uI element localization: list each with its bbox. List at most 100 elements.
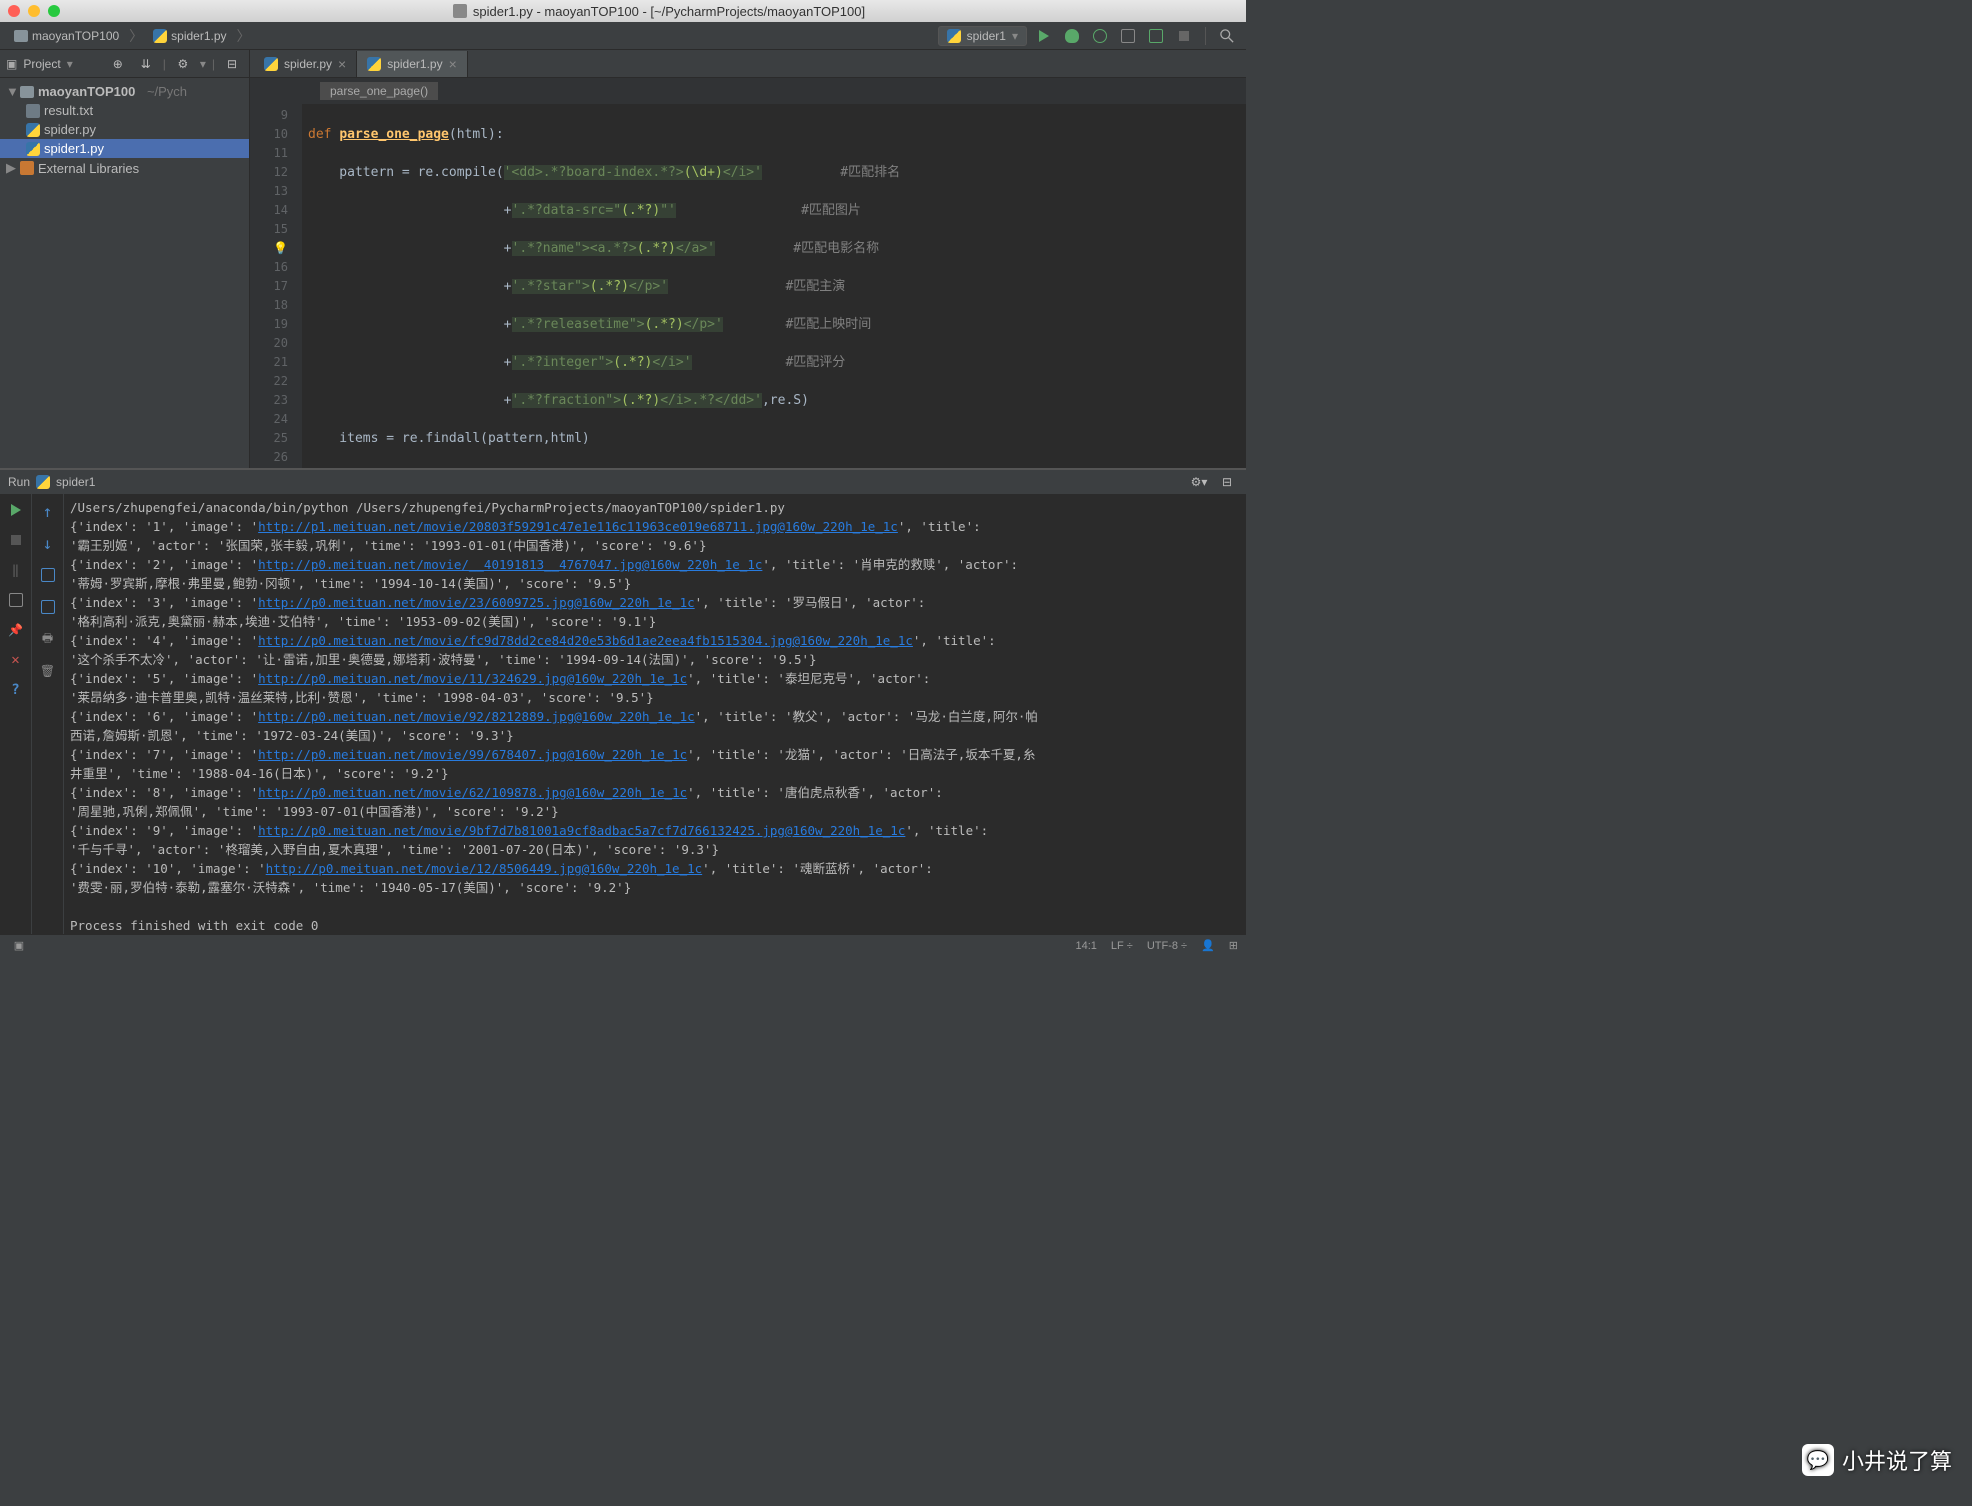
- close-icon[interactable]: ×: [338, 56, 346, 72]
- rerun-button[interactable]: [5, 500, 27, 520]
- breadcrumb-file[interactable]: spider1.py: [147, 27, 232, 45]
- chevron-down-icon: ▾: [1012, 29, 1018, 43]
- folder-icon: [20, 86, 34, 98]
- run-toolbar-left: ‖ 📌 ✕ ?: [0, 494, 32, 934]
- console-output[interactable]: /Users/zhupengfei/anaconda/bin/python /U…: [64, 494, 1246, 934]
- close-button[interactable]: ✕: [5, 650, 27, 670]
- arrow-up-icon: ↑: [43, 502, 53, 521]
- watermark: 💬 小井说了算: [1802, 1444, 1952, 1476]
- pin-button[interactable]: 📌: [5, 620, 27, 640]
- python-file-icon: [26, 142, 40, 156]
- python-file-icon: [36, 475, 50, 489]
- close-icon: ✕: [11, 652, 19, 668]
- run-config-selector[interactable]: spider1 ▾: [938, 26, 1027, 46]
- inspections-icon[interactable]: 👤: [1201, 939, 1215, 952]
- run-title: Run: [8, 475, 30, 489]
- collapse-all-button[interactable]: ⇊: [135, 53, 157, 75]
- hide-button[interactable]: ⊟: [1216, 471, 1238, 493]
- window-title: spider1.py - maoyanTOP100 - [~/PycharmPr…: [80, 4, 1238, 19]
- library-icon: [20, 161, 34, 175]
- scroll-icon: [41, 600, 55, 614]
- console-command: /Users/zhupengfei/anaconda/bin/python /U…: [70, 498, 1240, 517]
- close-icon[interactable]: ×: [449, 56, 457, 72]
- run-toolbar-console: ↑ ↓ 🖶 🗑: [32, 494, 64, 934]
- python-file-icon: [947, 29, 961, 43]
- intention-bulb-icon[interactable]: 💡: [273, 241, 288, 255]
- scroll-from-source-button[interactable]: ⊕: [107, 53, 129, 75]
- context-function[interactable]: parse_one_page(): [320, 82, 438, 100]
- project-sidebar: ▣ Project ▾ ⊕ ⇊ | ⚙ ▾ | ⊟ ▼ maoyanTOP100…: [0, 50, 250, 468]
- concurrency-button[interactable]: [1145, 25, 1167, 47]
- python-file-icon: [264, 57, 278, 71]
- status-bar: ▣ 14:1 LF ÷ UTF-8 ÷ 👤 ⊞: [0, 934, 1246, 956]
- debug-button[interactable]: [1061, 25, 1083, 47]
- coverage-icon: [1093, 29, 1107, 43]
- stop-icon: [11, 535, 21, 545]
- breadcrumb-context: parse_one_page(): [250, 78, 1246, 104]
- project-tree[interactable]: ▼ maoyanTOP100 ~/Pych result.txt spider.…: [0, 78, 249, 182]
- line-separator[interactable]: LF ÷: [1111, 940, 1133, 952]
- coverage-button[interactable]: [1089, 25, 1111, 47]
- dump-threads-button[interactable]: [5, 590, 27, 610]
- editor-tabs: spider.py × spider1.py ×: [250, 50, 1246, 78]
- run-config-name: spider1: [56, 475, 95, 489]
- project-view-icon[interactable]: ▣: [6, 57, 17, 71]
- caret-position[interactable]: 14:1: [1075, 940, 1096, 952]
- profile-button[interactable]: [1117, 25, 1139, 47]
- clear-all-button[interactable]: 🗑: [37, 660, 59, 682]
- editor-tab-active[interactable]: spider1.py ×: [357, 51, 468, 77]
- python-file-icon: [367, 57, 381, 71]
- hide-button[interactable]: ⊟: [221, 53, 243, 75]
- soft-wrap-button[interactable]: [37, 564, 59, 586]
- sidebar-toolbar: ▣ Project ▾ ⊕ ⇊ | ⚙ ▾ | ⊟: [0, 50, 249, 78]
- stop-icon: [1179, 31, 1189, 41]
- memory-indicator[interactable]: ⊞: [1229, 939, 1238, 952]
- profile-icon: [1121, 29, 1135, 43]
- settings-button[interactable]: ⚙▾: [1188, 471, 1210, 493]
- chevron-right-icon: 〉: [129, 26, 143, 46]
- sidebar-title: Project: [23, 57, 60, 71]
- tree-root[interactable]: ▼ maoyanTOP100 ~/Pych: [0, 82, 249, 101]
- editor-tab[interactable]: spider.py ×: [254, 51, 357, 77]
- concurrency-icon: [1149, 29, 1163, 43]
- pause-button[interactable]: ‖: [5, 560, 27, 580]
- window-controls[interactable]: [8, 5, 60, 17]
- editor-area: spider.py × spider1.py × parse_one_page(…: [250, 50, 1246, 468]
- print-button[interactable]: 🖶: [37, 628, 59, 650]
- search-everywhere-button[interactable]: [1216, 25, 1238, 47]
- breadcrumb-project[interactable]: maoyanTOP100: [8, 27, 125, 45]
- tree-file[interactable]: spider.py: [0, 120, 249, 139]
- bug-icon: [1065, 29, 1079, 43]
- wechat-icon: 💬: [1802, 1444, 1834, 1476]
- stop-button[interactable]: [1173, 25, 1195, 47]
- help-button[interactable]: ?: [5, 680, 27, 700]
- expand-arrow-icon[interactable]: ▶: [6, 160, 16, 176]
- run-tool-window: Run spider1 ⚙▾ ⊟ ‖ 📌 ✕ ? ↑ ↓ 🖶 🗑 /Users/…: [0, 468, 1246, 934]
- python-file-icon: [26, 123, 40, 137]
- chevron-right-icon: 〉: [237, 26, 251, 46]
- tree-file-selected[interactable]: spider1.py: [0, 139, 249, 158]
- maximize-window-icon[interactable]: [48, 5, 60, 17]
- text-file-icon: [26, 104, 40, 118]
- expand-arrow-icon[interactable]: ▼: [6, 84, 16, 99]
- search-icon: [1220, 29, 1234, 43]
- tree-external-libraries[interactable]: ▶ External Libraries: [0, 158, 249, 178]
- close-window-icon[interactable]: [8, 5, 20, 17]
- line-number-gutter: 91011 121314 15 💡 16 171819 202122 23242…: [250, 104, 302, 468]
- minimize-window-icon[interactable]: [28, 5, 40, 17]
- run-button[interactable]: [1033, 25, 1055, 47]
- tool-windows-button[interactable]: ▣: [8, 935, 30, 957]
- code-editor[interactable]: def parse_one_page(html): pattern = re.c…: [302, 104, 1246, 468]
- run-header: Run spider1 ⚙▾ ⊟: [0, 470, 1246, 494]
- file-encoding[interactable]: UTF-8 ÷: [1147, 940, 1187, 952]
- python-file-icon: [153, 29, 167, 43]
- help-icon: ?: [11, 682, 19, 698]
- layout-icon: [9, 593, 23, 607]
- scroll-to-end-button[interactable]: [37, 596, 59, 618]
- down-button[interactable]: ↓: [37, 532, 59, 554]
- tree-file[interactable]: result.txt: [0, 101, 249, 120]
- up-button[interactable]: ↑: [37, 500, 59, 522]
- settings-button[interactable]: ⚙: [172, 53, 194, 75]
- chevron-down-icon[interactable]: ▾: [67, 57, 73, 71]
- stop-button[interactable]: [5, 530, 27, 550]
